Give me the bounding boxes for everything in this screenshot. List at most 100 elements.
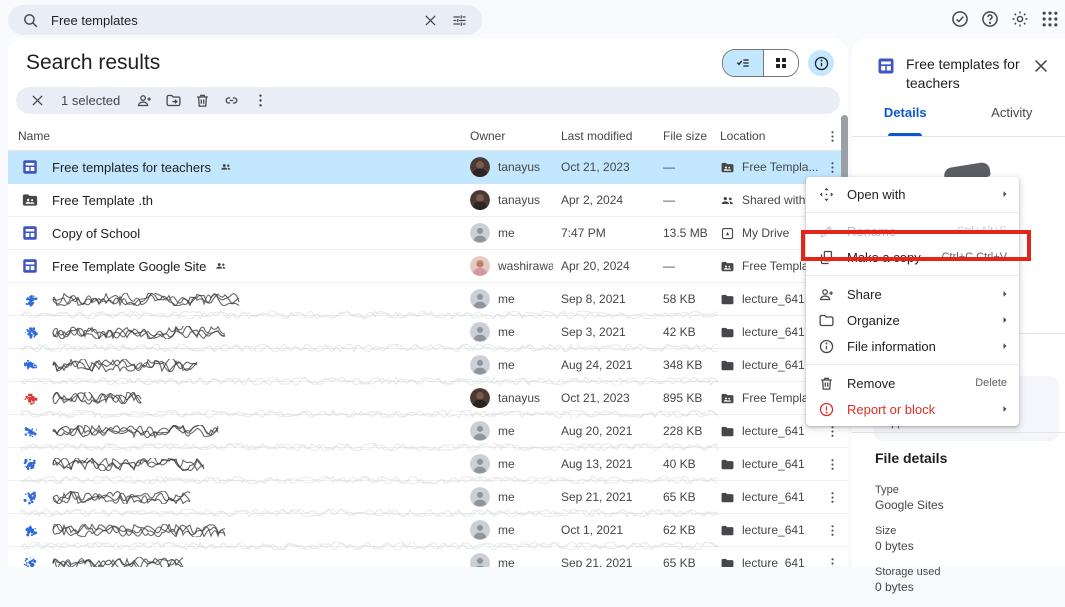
location-chip[interactable]: lecture_641 — [712, 358, 818, 373]
location-chip[interactable]: Free Templa... — [712, 160, 818, 175]
location-chip[interactable]: Free Templa... — [712, 259, 818, 274]
menu-item-make-a-copy[interactable]: Make a copyCtrl+C Ctrl+V — [806, 244, 1019, 270]
scrollbar-thumb[interactable] — [841, 115, 848, 179]
file-row[interactable]: tanayusOct 21, 2023895 KBFree Templa... — [8, 382, 848, 415]
detail-value: Google Sites — [875, 498, 1055, 512]
detail-value: 0 bytes — [875, 539, 1055, 553]
settings-icon[interactable] — [1010, 9, 1030, 29]
row-menu-button[interactable] — [825, 523, 840, 538]
location-icon — [720, 523, 735, 538]
redacted-file-name — [52, 326, 227, 339]
tab-activity[interactable]: Activity — [959, 105, 1065, 136]
menu-item-open-with[interactable]: Open with — [806, 181, 1019, 207]
file-row[interactable]: meOct 1, 202162 KBlecture_641 — [8, 514, 848, 547]
location-chip[interactable]: lecture_641 — [712, 457, 818, 472]
location-chip[interactable]: lecture_641 — [712, 523, 818, 538]
menu-item-organize[interactable]: Organize — [806, 307, 1019, 333]
owner-name: me — [498, 226, 515, 240]
file-row[interactable]: meSep 3, 202142 KBlecture_641 — [8, 316, 848, 349]
modified-cell: Sep 21, 2021 — [553, 490, 655, 504]
menu-item-label: Report or block — [847, 402, 986, 417]
file-row[interactable]: meAug 20, 2021228 KBlecture_641 — [8, 415, 848, 448]
detail-value: 0 bytes — [875, 580, 1055, 594]
submenu-arrow-icon — [998, 287, 1012, 301]
get-link-button[interactable] — [223, 92, 240, 109]
owner-name: me — [498, 556, 515, 567]
location-chip[interactable]: Shared with ... — [712, 193, 818, 208]
column-header-modified[interactable]: Last modified — [553, 129, 655, 143]
remove-button[interactable] — [194, 92, 211, 109]
file-type-icon — [21, 191, 39, 209]
location-chip[interactable]: Free Templa... — [712, 391, 818, 406]
owner-name: me — [498, 292, 515, 306]
list-view-button[interactable] — [723, 50, 763, 76]
apps-grid-icon[interactable] — [1040, 9, 1060, 29]
location-chip[interactable]: lecture_641 — [712, 325, 818, 340]
location-chip[interactable]: lecture_641 — [712, 292, 818, 307]
location-chip[interactable]: lecture_641 — [712, 424, 818, 439]
search-bar[interactable] — [8, 5, 482, 35]
location-icon — [720, 292, 735, 307]
redacted-file-name — [52, 491, 192, 504]
clear-selection-button[interactable] — [29, 92, 46, 109]
row-menu-button[interactable] — [825, 490, 840, 505]
layout-toggle[interactable] — [722, 49, 799, 77]
file-row[interactable]: meSep 8, 202158 KBlecture_641 — [8, 283, 848, 316]
modified-cell: Aug 20, 2021 — [553, 424, 655, 438]
file-row[interactable]: Free Template .thtanayusApr 2, 2024—Shar… — [8, 184, 848, 217]
share-button[interactable] — [136, 92, 153, 109]
column-header-location[interactable]: Location — [712, 129, 818, 143]
tab-details[interactable]: Details — [852, 105, 959, 136]
menu-item-report-or-block[interactable]: Report or block — [806, 396, 1019, 422]
table-header: Name Owner Last modified File size Locat… — [8, 122, 848, 151]
file-row[interactable]: Free templates for teacherstanayusOct 21… — [8, 151, 848, 184]
menu-item-remove[interactable]: RemoveDelete — [806, 370, 1019, 396]
modified-cell: Sep 8, 2021 — [553, 292, 655, 306]
location-chip[interactable]: lecture_641 — [712, 556, 818, 568]
menu-item-label: Remove — [847, 376, 963, 391]
grid-view-button[interactable] — [763, 50, 798, 76]
size-cell: 62 KB — [655, 523, 712, 537]
open-with-icon — [818, 186, 835, 203]
location-chip[interactable]: lecture_641 — [712, 490, 818, 505]
row-menu-button[interactable] — [825, 556, 840, 568]
file-row[interactable]: Free Template Google Sitewashirawan...Ap… — [8, 250, 848, 283]
file-row[interactable]: meSep 21, 202165 KBlecture_641 — [8, 547, 848, 567]
more-actions-button[interactable] — [252, 92, 269, 109]
size-cell: — — [655, 160, 712, 174]
column-header-size[interactable]: File size — [655, 129, 712, 143]
menu-divider — [806, 364, 1019, 365]
help-icon[interactable] — [980, 9, 1000, 29]
menu-item-file-information[interactable]: File information — [806, 333, 1019, 359]
details-info-button[interactable] — [808, 50, 834, 76]
close-details-button[interactable] — [1031, 56, 1051, 76]
file-row[interactable]: meSep 21, 202165 KBlecture_641 — [8, 481, 848, 514]
blue-scribbled-file-icon — [22, 291, 39, 308]
owner-avatar — [470, 454, 490, 474]
move-button[interactable] — [165, 92, 182, 109]
owner-avatar — [470, 487, 490, 507]
row-menu-button[interactable] — [825, 160, 840, 175]
detail-label: Storage used — [875, 566, 1055, 578]
menu-item-share[interactable]: Share — [806, 281, 1019, 307]
location-label: lecture_641 — [742, 457, 805, 471]
file-row[interactable]: Copy of Schoolme7:47 PM13.5 MBMy Drive — [8, 217, 848, 250]
menu-shortcut: Ctrl+C Ctrl+V — [942, 251, 1007, 263]
modified-cell: Oct 1, 2021 — [553, 523, 655, 537]
file-row[interactable]: meAug 13, 202140 KBlecture_641 — [8, 448, 848, 481]
column-header-owner[interactable]: Owner — [462, 129, 553, 143]
file-row[interactable]: meAug 24, 2021348 KBlecture_641 — [8, 349, 848, 382]
search-input[interactable] — [51, 13, 410, 28]
blue-scribbled-file-icon — [22, 423, 39, 440]
offline-status-icon[interactable] — [950, 9, 970, 29]
location-chip[interactable]: My Drive — [712, 226, 818, 241]
column-settings-button[interactable] — [825, 129, 840, 144]
size-cell: 40 KB — [655, 457, 712, 471]
modified-cell: Oct 21, 2023 — [553, 391, 655, 405]
search-options-icon[interactable] — [451, 12, 468, 29]
redacted-file-name — [52, 557, 187, 568]
column-header-name[interactable]: Name — [8, 129, 462, 143]
clear-search-icon[interactable] — [422, 12, 439, 29]
row-menu-button[interactable] — [825, 457, 840, 472]
menu-item-rename[interactable]: RenameCtrl+Alt+E — [806, 218, 1019, 244]
